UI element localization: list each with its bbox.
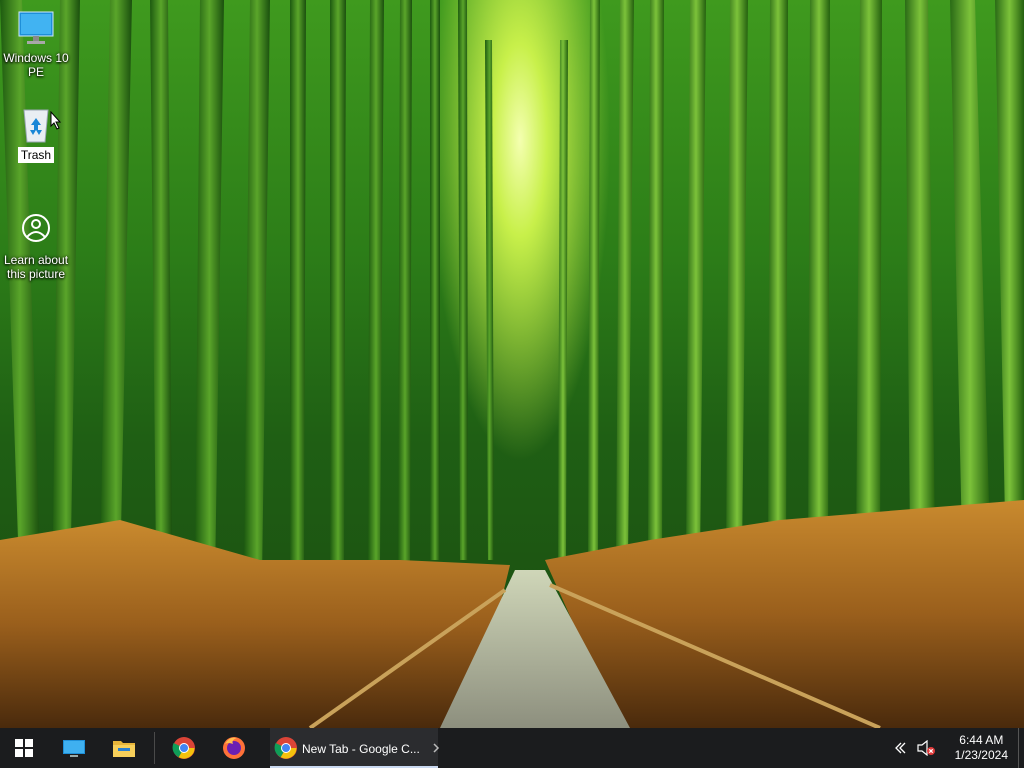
taskbar-file-explorer-button[interactable] xyxy=(100,728,148,768)
desktop-icon-learn-about-picture[interactable]: Learn about this picture xyxy=(0,210,72,281)
file-explorer-icon xyxy=(113,741,135,757)
volume-button[interactable] xyxy=(914,728,938,768)
monitor-icon xyxy=(16,8,56,48)
taskbar-separator xyxy=(154,732,155,764)
chrome-icon xyxy=(172,737,195,759)
taskbar-chrome-button[interactable] xyxy=(160,728,208,768)
desktop-icon-label: Trash xyxy=(17,147,55,163)
chrome-icon xyxy=(274,737,297,759)
show-desktop-button[interactable] xyxy=(1018,728,1024,768)
desktop-icon-label: Windows 10 PE xyxy=(3,51,69,79)
desktop-wallpaper xyxy=(0,0,1024,728)
active-app-title: New Tab - Google C... xyxy=(302,742,420,756)
firefox-icon xyxy=(223,737,245,759)
taskbar-active-app-chrome[interactable]: New Tab - Google C... xyxy=(270,728,438,768)
tray-overflow-button[interactable] xyxy=(890,728,910,768)
desktop-icon xyxy=(63,740,85,757)
taskbar-desktop-button[interactable] xyxy=(50,728,98,768)
volume-muted-icon xyxy=(917,740,935,756)
taskbar-firefox-button[interactable] xyxy=(210,728,258,768)
desktop-icon-label: Learn about this picture xyxy=(3,253,69,281)
clock-date: 1/23/2024 xyxy=(954,748,1008,762)
taskbar-more-arrow[interactable] xyxy=(428,728,444,768)
taskbar-clock[interactable]: 6:44 AM 1/23/2024 xyxy=(955,733,1008,763)
info-icon xyxy=(16,210,56,250)
windows-start-icon xyxy=(15,739,33,757)
clock-time: 6:44 AM xyxy=(959,733,1004,747)
taskbar: New Tab - Google C... 6:44 AM 1/23/2024 xyxy=(0,728,1024,768)
chevron-left-icon xyxy=(895,742,906,754)
start-button[interactable] xyxy=(0,728,48,768)
chevron-right-icon xyxy=(433,743,440,753)
mouse-cursor-icon xyxy=(50,111,62,130)
desktop-icon-windows-pe[interactable]: Windows 10 PE xyxy=(0,8,72,79)
